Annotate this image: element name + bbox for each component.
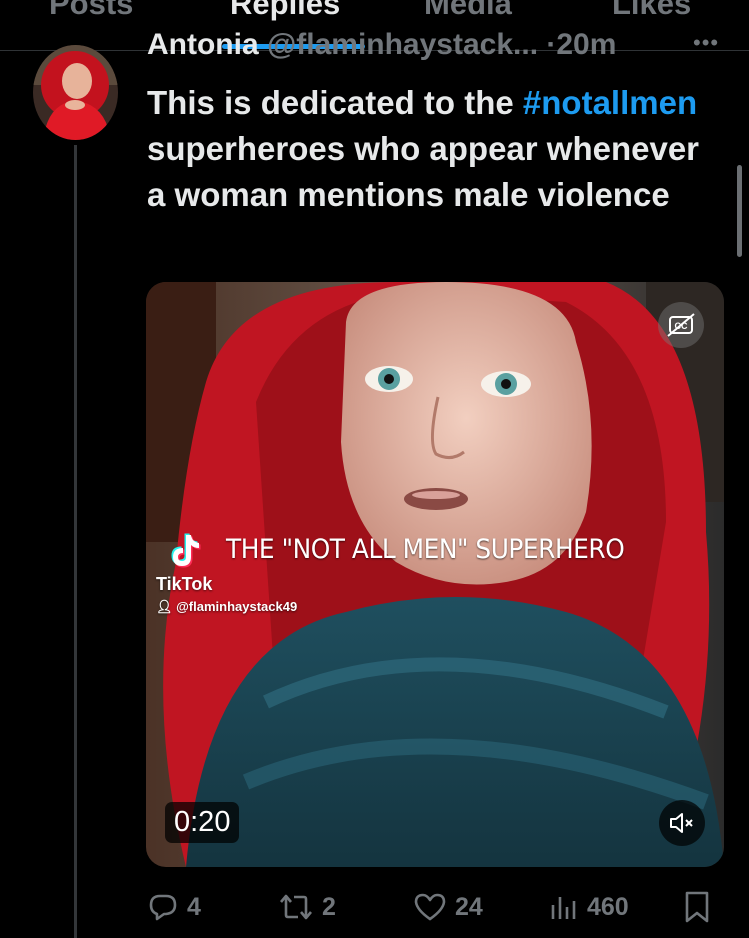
scrollbar[interactable] [737,165,742,257]
video-caption: THE "NOT ALL MEN" SUPERHERO [226,534,625,565]
muted-speaker-icon [670,813,693,833]
tab-likes[interactable]: Likes [612,0,691,22]
repost-icon [280,894,312,920]
heart-icon [414,893,446,921]
hashtag-link[interactable]: #notallmen [523,84,697,121]
tiktok-logo-icon [171,533,201,568]
like-button[interactable]: 24 [413,890,483,924]
thread-connector-line [74,145,77,938]
like-count: 24 [455,892,483,921]
tweet-text-part: superheroes who appear whenever a woman … [147,130,700,213]
view-count: 460 [587,892,629,921]
tiktok-brand: TikTok [156,574,213,594]
tiktok-overlay: THE "NOT ALL MEN" SUPERHERO TikTok 👤︎ @f… [146,282,724,867]
reply-icon [149,894,177,921]
closed-captions-button[interactable]: CC [658,302,704,348]
video-player[interactable]: THE "NOT ALL MEN" SUPERHERO TikTok 👤︎ @f… [146,282,724,867]
mute-button[interactable] [659,800,705,846]
tab-replies[interactable]: Replies [230,0,340,22]
reply-button[interactable]: 4 [147,890,201,924]
tweet-time[interactable]: 20m [556,28,616,61]
tweet-header: Antonia @flaminhaystack... ·20m [147,28,616,62]
closed-captions-icon: CC [667,313,695,337]
bookmark-button[interactable] [683,890,711,924]
video-duration: 0:20 [165,802,240,843]
more-options-icon[interactable]: ••• [693,30,719,56]
tiktok-handle-text: @flaminhaystack49 [176,599,298,614]
bookmark-icon [685,891,709,923]
separator-dot: · [546,28,557,61]
views-button[interactable]: 460 [549,890,629,924]
reply-count: 4 [187,892,201,921]
repost-button[interactable]: 2 [278,890,336,924]
tweet-text-part: This is dedicated to the [147,84,514,121]
author-name[interactable]: Antonia [147,28,259,61]
avatar[interactable] [33,45,118,140]
tweet-text: This is dedicated to the #notallmen supe… [147,80,717,218]
views-chart-icon [551,897,576,919]
avatar-image [33,45,118,140]
repost-count: 2 [322,892,336,921]
tab-posts[interactable]: Posts [49,0,133,22]
author-handle[interactable]: @flaminhaystack... [267,28,538,61]
tab-media[interactable]: Media [424,0,512,22]
tiktok-handle: 👤︎ @flaminhaystack49 [156,599,298,614]
